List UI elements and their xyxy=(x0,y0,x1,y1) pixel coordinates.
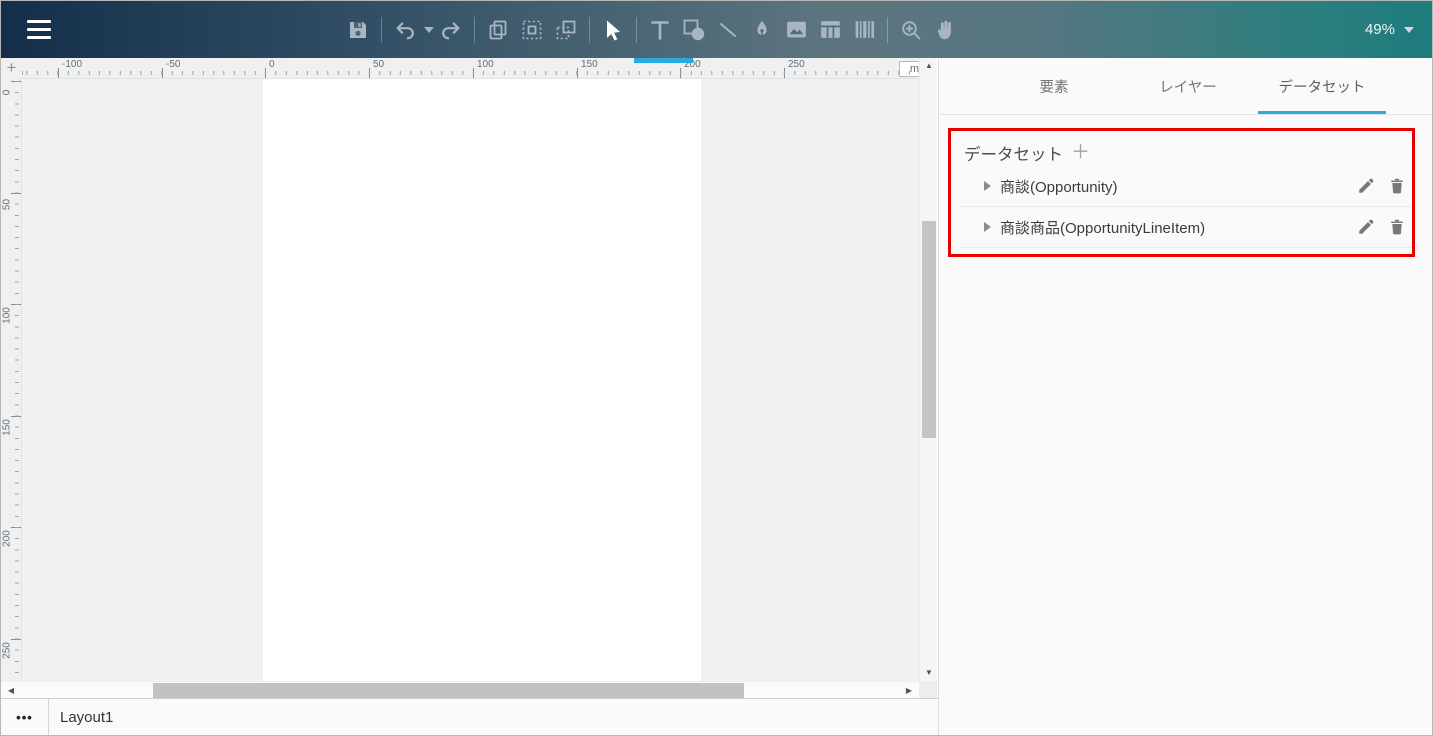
zoom-tool-button[interactable] xyxy=(894,10,928,50)
edit-dataset-button[interactable] xyxy=(1357,218,1375,236)
cursor-icon xyxy=(601,18,625,42)
scroll-down-icon[interactable]: ▼ xyxy=(920,665,938,681)
tab-elements[interactable]: 要素 xyxy=(987,58,1121,114)
scroll-left-icon[interactable]: ◀ xyxy=(3,682,19,699)
toolbar: 49% xyxy=(1,1,1432,58)
barcode-icon xyxy=(852,17,877,42)
undo-button[interactable] xyxy=(388,10,422,50)
pen-icon xyxy=(750,18,774,42)
delete-dataset-button[interactable] xyxy=(1388,177,1406,195)
more-layouts-button[interactable]: ••• xyxy=(1,710,48,725)
dataset-row-label: 商談商品(OpportunityLineItem) xyxy=(1000,217,1357,238)
vertical-scrollbar[interactable]: ▲ ▼ xyxy=(919,58,937,681)
table-tool-button[interactable] xyxy=(813,10,847,50)
tool-row xyxy=(341,1,962,58)
redo-icon xyxy=(440,19,462,41)
expand-caret-icon[interactable] xyxy=(984,222,991,232)
expand-caret-icon[interactable] xyxy=(984,181,991,191)
h-ruler-label: 50 xyxy=(373,59,384,70)
undo-options-caret-icon[interactable] xyxy=(424,27,434,33)
toolbar-separator xyxy=(474,17,475,43)
toolbar-separator xyxy=(887,17,888,43)
marquee-select-button[interactable] xyxy=(515,10,549,50)
line-tool-button[interactable] xyxy=(711,10,745,50)
dataset-title: データセット xyxy=(964,141,1063,165)
v-ruler-label: 250 xyxy=(2,641,13,661)
dataset-row-opportunity[interactable]: 商談(Opportunity) xyxy=(960,166,1412,207)
tab-dataset[interactable]: データセット xyxy=(1255,58,1389,114)
undo-icon xyxy=(394,19,416,41)
toolbar-separator xyxy=(636,17,637,43)
paste-in-place-button[interactable] xyxy=(549,10,583,50)
horizontal-scroll-thumb[interactable] xyxy=(153,683,744,698)
page-artboard[interactable] xyxy=(263,79,701,681)
copy-icon xyxy=(486,18,510,42)
scrollbar-corner xyxy=(919,681,937,698)
vertical-scroll-thumb[interactable] xyxy=(922,221,936,438)
design-canvas[interactable] xyxy=(22,79,919,681)
h-ruler-label: 100 xyxy=(477,59,494,70)
tab-layout1[interactable]: Layout1 xyxy=(49,709,113,726)
redo-button[interactable] xyxy=(434,10,468,50)
copy-button[interactable] xyxy=(481,10,515,50)
shape-tool-button[interactable] xyxy=(677,10,711,50)
horizontal-ruler: -100 -50 0 50 100 150 200 250 mm xyxy=(22,58,919,79)
pencil-icon xyxy=(1357,218,1375,236)
tab-layers[interactable]: レイヤー xyxy=(1121,58,1255,114)
toolbar-separator xyxy=(589,17,590,43)
delete-dataset-button[interactable] xyxy=(1388,218,1406,236)
h-ruler-label: 0 xyxy=(269,59,275,70)
marquee-select-icon xyxy=(520,18,544,42)
zoom-icon xyxy=(899,18,923,42)
v-ruler-label: 0 xyxy=(2,83,13,103)
barcode-tool-button[interactable] xyxy=(847,10,881,50)
vertical-ruler: 0 50 100 150 200 250 xyxy=(1,79,22,681)
pen-tool-button[interactable] xyxy=(745,10,779,50)
add-dataset-button[interactable]: ＋ xyxy=(1071,143,1090,162)
h-ruler-label: -100 xyxy=(62,59,82,70)
dataset-header: データセット ＋ xyxy=(939,139,1433,166)
v-ruler-label: 200 xyxy=(2,529,13,549)
ruler-unit-button[interactable]: mm xyxy=(899,61,919,77)
image-tool-button[interactable] xyxy=(779,10,813,50)
app-window: 49% + -100 -50 0 50 100 150 200 250 mm 0… xyxy=(0,0,1433,736)
save-button[interactable] xyxy=(341,10,375,50)
h-ruler-label: 150 xyxy=(581,59,598,70)
text-icon xyxy=(648,18,672,42)
image-icon xyxy=(784,17,809,42)
h-ruler-label: -50 xyxy=(166,59,180,70)
dataset-row-label: 商談(Opportunity) xyxy=(1000,176,1357,197)
v-ruler-label: 150 xyxy=(2,418,13,438)
zoom-caret-icon xyxy=(1404,27,1414,33)
scroll-right-icon[interactable]: ▶ xyxy=(901,682,917,699)
h-ruler-label: 250 xyxy=(788,59,805,70)
pencil-icon xyxy=(1357,177,1375,195)
panel-tab-bar: 要素 レイヤー データセット xyxy=(939,58,1433,115)
layout-tab-bar: ••• Layout1 xyxy=(1,698,938,736)
dataset-row-opportunitylineitem[interactable]: 商談商品(OpportunityLineItem) xyxy=(960,207,1412,248)
edit-dataset-button[interactable] xyxy=(1357,177,1375,195)
toolbar-separator xyxy=(381,17,382,43)
v-ruler-label: 100 xyxy=(2,306,13,326)
select-cursor-button[interactable] xyxy=(596,10,630,50)
paste-icon xyxy=(554,18,578,42)
trash-icon xyxy=(1388,177,1406,195)
menu-icon[interactable] xyxy=(27,20,51,39)
horizontal-scrollbar[interactable]: ◀ ▶ xyxy=(1,681,919,698)
shape-icon xyxy=(681,17,707,43)
trash-icon xyxy=(1388,218,1406,236)
line-icon xyxy=(716,18,740,42)
ruler-selection-highlight xyxy=(634,58,693,63)
table-icon xyxy=(818,17,843,42)
text-tool-button[interactable] xyxy=(643,10,677,50)
right-panel: 要素 レイヤー データセット データセット ＋ 商談(Opportunity) xyxy=(938,58,1433,736)
pan-tool-button[interactable] xyxy=(928,10,962,50)
v-ruler-label: 50 xyxy=(2,195,13,215)
zoom-level-value: 49% xyxy=(1365,21,1395,38)
dataset-section: データセット ＋ 商談(Opportunity) xyxy=(939,139,1433,248)
scroll-up-icon[interactable]: ▲ xyxy=(920,58,938,74)
hand-icon xyxy=(932,17,958,43)
zoom-level-control[interactable]: 49% xyxy=(1365,1,1414,58)
ruler-corner-crosshair: + xyxy=(1,58,22,79)
